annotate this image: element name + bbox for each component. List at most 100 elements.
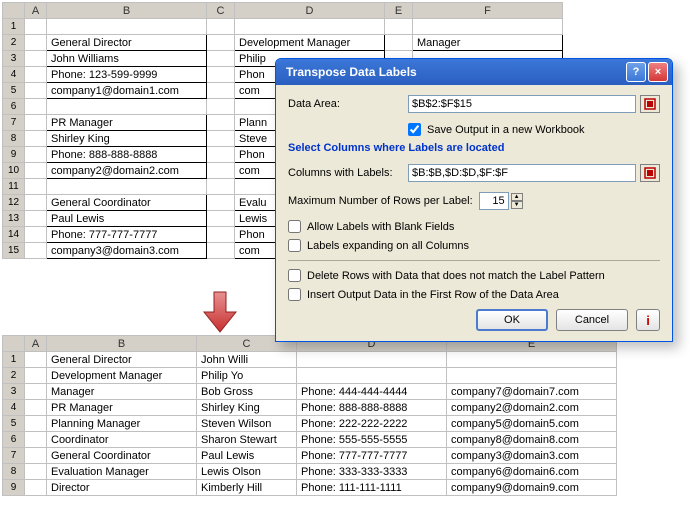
row-header[interactable]: 5 xyxy=(3,416,25,432)
col-header-a[interactable]: A xyxy=(25,336,47,352)
cell[interactable] xyxy=(207,51,235,67)
cell[interactable] xyxy=(207,83,235,99)
range-picker-button[interactable] xyxy=(640,95,660,113)
col-header-c[interactable]: C xyxy=(207,3,235,19)
row-header[interactable]: 13 xyxy=(3,211,25,227)
cell[interactable]: Manager xyxy=(47,384,197,400)
cell[interactable] xyxy=(207,227,235,243)
row-header[interactable]: 10 xyxy=(3,163,25,179)
cell[interactable]: Planning Manager xyxy=(47,416,197,432)
cell[interactable]: Coordinator xyxy=(47,432,197,448)
cell[interactable]: Development Manager xyxy=(47,368,197,384)
cell[interactable]: Evaluation Manager xyxy=(47,464,197,480)
help-button[interactable]: ? xyxy=(626,62,646,82)
row-header[interactable]: 1 xyxy=(3,19,25,35)
cell[interactable] xyxy=(25,163,47,179)
cell[interactable] xyxy=(207,243,235,259)
cell[interactable]: Director xyxy=(47,480,197,496)
cell[interactable] xyxy=(207,131,235,147)
save-new-workbook-checkbox[interactable] xyxy=(408,123,421,136)
row-header[interactable]: 4 xyxy=(3,400,25,416)
cell[interactable] xyxy=(25,195,47,211)
row-header[interactable]: 3 xyxy=(3,384,25,400)
row-header[interactable]: 4 xyxy=(3,67,25,83)
corner-cell[interactable] xyxy=(3,3,25,19)
cell[interactable] xyxy=(385,19,413,35)
cell[interactable] xyxy=(25,416,47,432)
cell[interactable]: company2@domain2.com xyxy=(447,400,617,416)
cell[interactable] xyxy=(25,115,47,131)
col-header-d[interactable]: D xyxy=(235,3,385,19)
cancel-button[interactable]: Cancel xyxy=(556,309,628,331)
cell[interactable]: PR Manager xyxy=(47,115,207,131)
cell[interactable] xyxy=(25,448,47,464)
cell[interactable] xyxy=(207,19,235,35)
cell[interactable]: Steven Wilson xyxy=(197,416,297,432)
cell[interactable]: Phone: 123-599-9999 xyxy=(47,67,207,83)
cell[interactable]: Sharon Stewart xyxy=(197,432,297,448)
columns-with-labels-input[interactable] xyxy=(408,164,636,182)
cell[interactable]: General Coordinator xyxy=(47,195,207,211)
cell[interactable] xyxy=(25,131,47,147)
cell[interactable] xyxy=(25,227,47,243)
cell[interactable] xyxy=(25,480,47,496)
cell[interactable] xyxy=(25,35,47,51)
max-rows-input[interactable] xyxy=(479,192,509,210)
insert-first-row-checkbox[interactable] xyxy=(288,288,301,301)
col-header-a[interactable]: A xyxy=(25,3,47,19)
cell[interactable]: Phone: 333-333-3333 xyxy=(297,464,447,480)
cell[interactable] xyxy=(25,99,47,115)
row-header[interactable]: 6 xyxy=(3,432,25,448)
info-button[interactable]: i xyxy=(636,309,660,331)
allow-blank-checkbox[interactable] xyxy=(288,220,301,233)
cell[interactable]: company9@domain9.com xyxy=(447,480,617,496)
cell[interactable] xyxy=(235,19,385,35)
cell[interactable]: Shirley King xyxy=(47,131,207,147)
cell[interactable]: company8@domain8.com xyxy=(447,432,617,448)
col-header-f[interactable]: F xyxy=(413,3,563,19)
cell[interactable]: company5@domain5.com xyxy=(447,416,617,432)
cell[interactable]: Shirley King xyxy=(197,400,297,416)
cell[interactable]: General Coordinator xyxy=(47,448,197,464)
data-area-input[interactable] xyxy=(408,95,636,113)
row-header[interactable]: 1 xyxy=(3,352,25,368)
cell[interactable] xyxy=(25,352,47,368)
cell[interactable]: General Director xyxy=(47,35,207,51)
cell[interactable]: Phone: 555-555-5555 xyxy=(297,432,447,448)
cell[interactable]: company3@domain3.com xyxy=(47,243,207,259)
cell[interactable]: Bob Gross xyxy=(197,384,297,400)
close-button[interactable]: × xyxy=(648,62,668,82)
col-header-b[interactable]: B xyxy=(47,336,197,352)
row-header[interactable]: 5 xyxy=(3,83,25,99)
cell[interactable] xyxy=(385,35,413,51)
cell[interactable]: Kimberly Hill xyxy=(197,480,297,496)
expand-columns-checkbox[interactable] xyxy=(288,239,301,252)
cell[interactable]: John Willi xyxy=(197,352,297,368)
corner-cell[interactable] xyxy=(3,336,25,352)
dialog-titlebar[interactable]: Transpose Data Labels ? × xyxy=(276,59,672,85)
cell[interactable]: Phone: 777-777-7777 xyxy=(47,227,207,243)
col-header-e[interactable]: E xyxy=(385,3,413,19)
cell[interactable]: Phone: 444-444-4444 xyxy=(297,384,447,400)
cell[interactable] xyxy=(25,211,47,227)
cell[interactable]: PR Manager xyxy=(47,400,197,416)
cell[interactable] xyxy=(25,432,47,448)
spinner-up-button[interactable]: ▲ xyxy=(511,193,523,201)
cell[interactable]: Lewis Olson xyxy=(197,464,297,480)
cell[interactable]: Phone: 888-888-8888 xyxy=(297,400,447,416)
cell[interactable] xyxy=(25,51,47,67)
cell[interactable] xyxy=(47,19,207,35)
cell[interactable] xyxy=(25,243,47,259)
cell[interactable]: Phone: 111-111-1111 xyxy=(297,480,447,496)
cell[interactable]: Philip Yo xyxy=(197,368,297,384)
row-header[interactable]: 7 xyxy=(3,448,25,464)
cell[interactable]: company2@domain2.com xyxy=(47,163,207,179)
row-header[interactable]: 12 xyxy=(3,195,25,211)
cell[interactable] xyxy=(25,19,47,35)
ok-button[interactable]: OK xyxy=(476,309,548,331)
cell[interactable] xyxy=(25,67,47,83)
cell[interactable] xyxy=(447,352,617,368)
cell[interactable] xyxy=(413,19,563,35)
cell[interactable]: company6@domain6.com xyxy=(447,464,617,480)
cell[interactable]: Paul Lewis xyxy=(197,448,297,464)
